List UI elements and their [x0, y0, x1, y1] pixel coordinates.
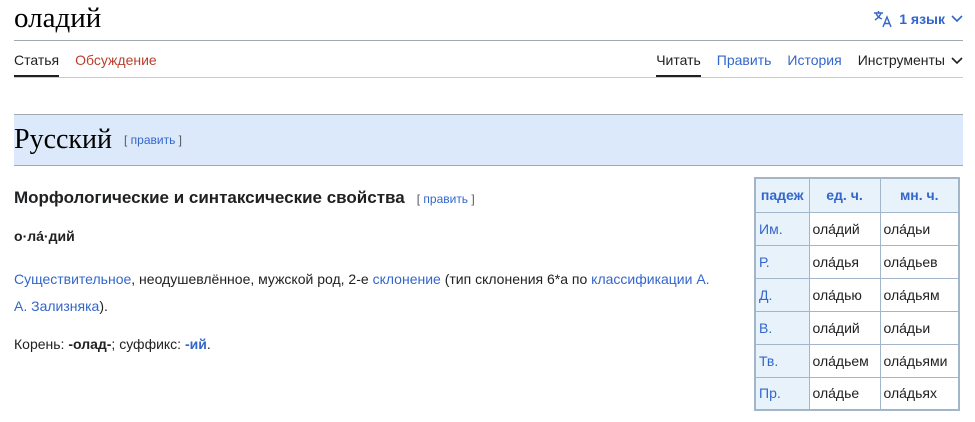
- case-dative[interactable]: Д.: [754, 277, 810, 312]
- syllable: ла́: [27, 228, 44, 244]
- table-cell: ола́дий: [808, 211, 881, 246]
- case-prepositional[interactable]: Пр.: [754, 376, 810, 411]
- header-singular[interactable]: ед. ч.: [808, 177, 881, 213]
- stress-syllables: о·ла́·дий: [14, 228, 75, 244]
- link-declension[interactable]: склонение: [373, 271, 441, 287]
- table-header-row: падеж ед. ч. мн. ч.: [754, 177, 960, 213]
- desc-text: ).: [99, 298, 108, 314]
- view-tabs: Читать Править История Инструменты: [656, 52, 963, 77]
- table-row: В. ола́дий ола́дьи: [754, 310, 960, 345]
- table-cell: ола́дьями: [879, 343, 960, 378]
- grammar-description: Существительное, неодушевлённое, мужской…: [14, 266, 714, 320]
- title-divider: [14, 40, 963, 41]
- tabs-divider: [14, 77, 963, 78]
- tab-history[interactable]: История: [787, 52, 841, 77]
- section-edit: [ править ]: [124, 133, 183, 147]
- translate-icon: [873, 10, 893, 28]
- case-accusative[interactable]: В.: [754, 310, 810, 345]
- declension-table: падеж ед. ч. мн. ч. Им. ола́дий ола́дьи …: [754, 177, 960, 411]
- case-nominative[interactable]: Им.: [754, 211, 810, 246]
- suffix-label: ; суффикс:: [111, 336, 185, 352]
- table-cell: ола́дьях: [879, 376, 960, 411]
- morphology-heading: Морфологические и синтаксические свойств…: [14, 188, 405, 207]
- morpheme-end: .: [206, 336, 211, 352]
- link-noun[interactable]: Существительное: [14, 271, 131, 287]
- table-cell: ола́дью: [808, 277, 881, 312]
- syllable: дий: [48, 228, 75, 244]
- namespace-tabs: Статья Обсуждение: [14, 52, 157, 77]
- syllable: о: [14, 228, 23, 244]
- root-value: -олад-: [68, 336, 112, 352]
- chevron-down-icon: [951, 15, 963, 23]
- root-label: Корень:: [14, 336, 69, 352]
- tools-menu[interactable]: Инструменты: [858, 52, 963, 77]
- desc-text: (тип склонения 6*a по: [440, 271, 592, 287]
- table-cell: ола́дьем: [808, 343, 881, 378]
- table-cell: ола́дьи: [879, 310, 960, 345]
- header-case[interactable]: падеж: [754, 177, 810, 213]
- language-button[interactable]: 1 язык: [873, 10, 963, 28]
- table-cell: ола́дьи: [879, 211, 960, 246]
- table-cell: ола́дья: [808, 244, 881, 279]
- suffix-link[interactable]: -ий: [185, 336, 207, 352]
- table-cell: ола́дий: [808, 310, 881, 345]
- morphology-header: Морфологические и синтаксические свойств…: [14, 188, 475, 208]
- page-title: оладий: [14, 2, 102, 34]
- table-cell: ола́дьям: [879, 277, 960, 312]
- case-instrumental[interactable]: Тв.: [754, 343, 810, 378]
- desc-text: , неодушевлённое, мужской род, 2-е: [131, 271, 373, 287]
- table-cell: ола́дье: [808, 376, 881, 411]
- section-edit-link[interactable]: править: [131, 133, 176, 147]
- language-section-header: Русский [ править ]: [14, 114, 963, 166]
- case-genitive[interactable]: Р.: [754, 244, 810, 279]
- morphology-edit-link[interactable]: править: [423, 192, 468, 206]
- tab-edit[interactable]: Править: [717, 52, 772, 77]
- header-plural[interactable]: мн. ч.: [879, 177, 960, 213]
- tab-discussion[interactable]: Обсуждение: [75, 52, 157, 77]
- table-row: Тв. ола́дьем ола́дьями: [754, 343, 960, 378]
- chevron-down-icon: [951, 52, 963, 68]
- table-row: Им. ола́дий ола́дьи: [754, 211, 960, 246]
- tools-label: Инструменты: [857, 52, 945, 68]
- table-row: Пр. ола́дье ола́дьях: [754, 376, 960, 411]
- table-cell: ола́дьев: [879, 244, 960, 279]
- morpheme-line: Корень: -олад-; суффикс: -ий.: [14, 336, 211, 352]
- morphology-edit: [ править ]: [416, 192, 475, 206]
- table-row: Д. ола́дью ола́дьям: [754, 277, 960, 312]
- language-heading: Русский: [14, 124, 112, 155]
- language-count: 1 язык: [899, 11, 945, 27]
- tab-article[interactable]: Статья: [14, 52, 60, 77]
- table-row: Р. ола́дья ола́дьев: [754, 244, 960, 279]
- tab-read[interactable]: Читать: [656, 52, 701, 77]
